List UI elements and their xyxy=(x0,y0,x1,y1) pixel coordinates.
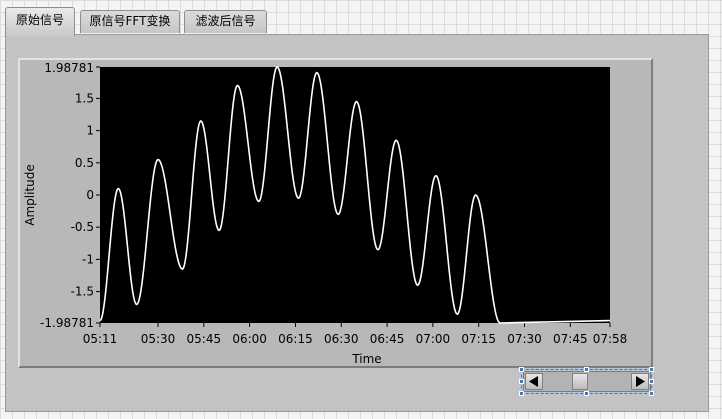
graph-scrollbar[interactable] xyxy=(523,371,651,392)
resize-handle[interactable] xyxy=(584,367,589,372)
scroll-thumb[interactable] xyxy=(572,373,588,390)
x-tick-label: 05:30 xyxy=(141,332,176,346)
y-tick-label: -1.5 xyxy=(71,285,94,299)
y-tick-label: 1 xyxy=(86,124,94,138)
x-tick-label: 07:45 xyxy=(553,332,588,346)
waveform-chart: 1.98781 1.5 1 0.5 0 -0.5 -1 -1.5 -1.98781 05:11 0… xyxy=(23,61,628,366)
y-axis-label: Amplitude xyxy=(23,164,37,226)
scroll-right-button[interactable] xyxy=(631,373,649,390)
triangle-left-icon xyxy=(529,376,538,387)
scroll-left-button[interactable] xyxy=(525,373,543,390)
y-tick-label: 0 xyxy=(86,188,94,202)
x-tick-label: 07:58 xyxy=(593,332,628,346)
resize-handle[interactable] xyxy=(649,379,654,384)
resize-handle[interactable] xyxy=(649,367,654,372)
y-tick-label: 1.5 xyxy=(75,91,94,105)
y-tick-label: -0.5 xyxy=(71,220,94,234)
resize-handle[interactable] xyxy=(649,391,654,396)
resize-handle[interactable] xyxy=(519,367,524,372)
y-tick-label: 1.98781 xyxy=(44,61,94,75)
resize-handle[interactable] xyxy=(519,391,524,396)
x-tick-label: 06:00 xyxy=(232,332,267,346)
x-tick-label: 06:45 xyxy=(370,332,405,346)
x-tick-label: 06:15 xyxy=(278,332,313,346)
resize-handle[interactable] xyxy=(584,391,589,396)
y-tick-label: 0.5 xyxy=(75,156,94,170)
x-tick-label: 07:15 xyxy=(461,332,496,346)
x-tick-label: 05:11 xyxy=(83,332,118,346)
resize-handle[interactable] xyxy=(519,379,524,384)
x-tick-label: 05:45 xyxy=(187,332,222,346)
triangle-right-icon xyxy=(636,376,645,387)
x-tick-label: 07:00 xyxy=(416,332,451,346)
y-tick-label: -1 xyxy=(82,252,94,266)
y-tick-label: -1.98781 xyxy=(40,316,94,330)
x-tick-label: 06:30 xyxy=(324,332,359,346)
x-tick-label: 07:30 xyxy=(507,332,542,346)
x-axis-label: Time xyxy=(351,352,381,366)
